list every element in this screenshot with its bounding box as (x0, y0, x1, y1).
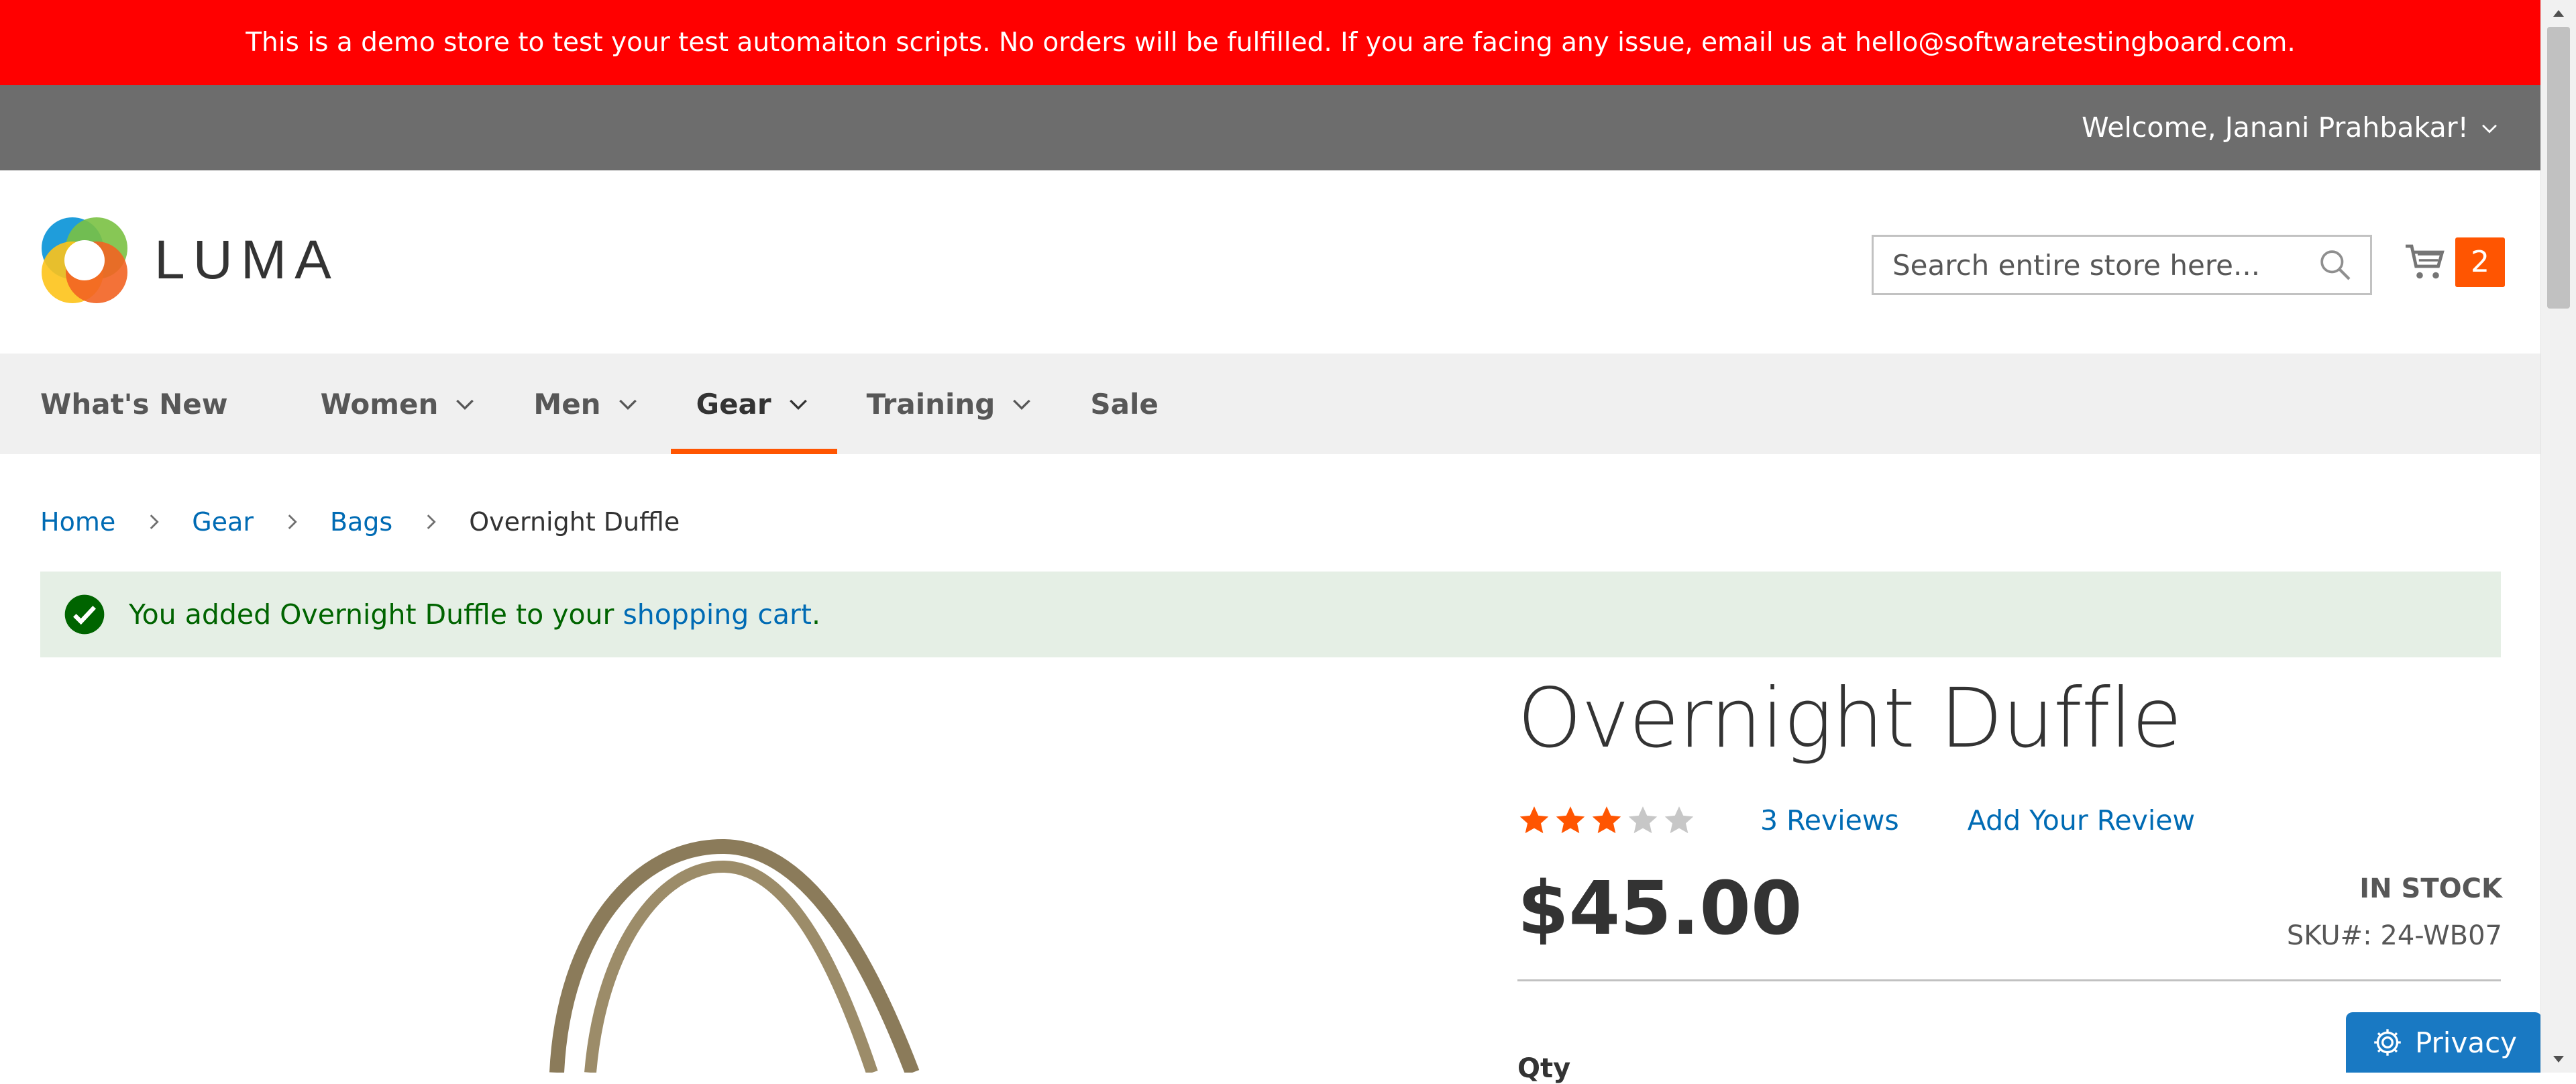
luma-logo-icon (42, 217, 127, 303)
gear-icon (2374, 1029, 2401, 1056)
breadcrumb-home-link[interactable]: Home (40, 507, 115, 537)
chevron-right-icon (288, 514, 297, 529)
welcome-text: Welcome, Janani Prahbakar! (2082, 111, 2469, 144)
star-filled-icon (1556, 806, 1585, 834)
scroll-down-arrow[interactable] (2541, 1046, 2576, 1073)
top-panel-header: Welcome, Janani Prahbakar! (0, 85, 2541, 170)
breadcrumb-gear-link[interactable]: Gear (192, 507, 254, 537)
product-image[interactable] (510, 832, 953, 1073)
breadcrumb-bags-link[interactable]: Bags (330, 507, 392, 537)
scrollbar-thumb[interactable] (2547, 27, 2570, 309)
chevron-down-icon[interactable] (2478, 117, 2501, 140)
customer-welcome-menu[interactable]: Welcome, Janani Prahbakar! (2082, 85, 2501, 170)
product-title: Overnight Duffle (1517, 671, 2182, 766)
nav-item-label: Gear (696, 387, 771, 421)
add-review-link[interactable]: Add Your Review (1968, 804, 2195, 836)
page-scrollbar[interactable] (2540, 0, 2576, 1073)
search-box (1872, 235, 2372, 295)
star-empty-icon (1628, 806, 1658, 834)
nav-item-label: Sale (1090, 387, 1159, 421)
luma-logo[interactable]: LUMA (40, 216, 339, 305)
demo-store-banner: This is a demo store to test your test a… (0, 0, 2541, 85)
chevron-down-icon (619, 399, 637, 411)
star-filled-icon (1519, 806, 1549, 834)
search-input[interactable] (1874, 237, 2316, 292)
privacy-button[interactable]: Privacy (2346, 1012, 2542, 1073)
reviews-link[interactable]: 3 Reviews (1760, 804, 1899, 836)
caret-up-icon (2553, 10, 2564, 17)
chevron-right-icon (150, 514, 159, 529)
nav-item-training[interactable]: Training (867, 354, 1061, 454)
check-circle-icon (64, 594, 105, 635)
stock-status: IN STOCK (2359, 873, 2502, 904)
nav-item-women[interactable]: Women (321, 354, 504, 454)
chevron-right-icon (427, 514, 436, 529)
nav-item-men[interactable]: Men (533, 354, 666, 454)
success-message: You added Overnight Duffle to your shopp… (40, 572, 2501, 657)
divider (1517, 979, 2501, 981)
breadcrumb-current: Overnight Duffle (469, 507, 680, 537)
breadcrumb: Home Gear Bags Overnight Duffle (40, 502, 680, 542)
success-message-text: You added Overnight Duffle to your (129, 598, 614, 631)
nav-item-whats-new[interactable]: What's New (40, 354, 254, 454)
site-header: LUMA 2 (0, 170, 2541, 354)
caret-down-icon (2553, 1056, 2564, 1063)
success-message-suffix: . (811, 598, 820, 631)
chevron-down-icon (456, 399, 474, 411)
chevron-down-icon (1013, 399, 1031, 411)
scroll-up-arrow[interactable] (2541, 0, 2576, 27)
privacy-label: Privacy (2414, 1026, 2518, 1059)
product-rating: 3 Reviews Add Your Review (1517, 804, 2195, 837)
nav-item-label: Women (320, 387, 439, 421)
qty-label: Qty (1517, 1053, 1571, 1084)
nav-item-label: Training (866, 387, 996, 421)
logo-text: LUMA (154, 229, 339, 290)
chevron-down-icon (789, 399, 807, 411)
minicart[interactable]: 2 (2402, 237, 2505, 287)
shopping-cart-icon[interactable] (2402, 238, 2450, 286)
nav-item-label: Men (533, 387, 601, 421)
shopping-cart-link[interactable]: shopping cart (623, 598, 812, 631)
nav-item-gear[interactable]: Gear (670, 354, 837, 454)
star-empty-icon (1664, 806, 1694, 834)
star-filled-icon (1592, 806, 1621, 834)
nav-item-sale[interactable]: Sale (1090, 354, 1183, 454)
rating-stars (1517, 804, 1696, 837)
product-price: $45.00 (1517, 865, 1803, 951)
cart-count-badge[interactable]: 2 (2455, 237, 2505, 287)
search-icon[interactable] (2316, 246, 2354, 284)
nav-item-label: What's New (40, 387, 228, 421)
main-navigation: What's New Women Men Gear Training Sale (0, 354, 2541, 454)
product-sku: SKU#: 24-WB07 (2286, 920, 2502, 951)
